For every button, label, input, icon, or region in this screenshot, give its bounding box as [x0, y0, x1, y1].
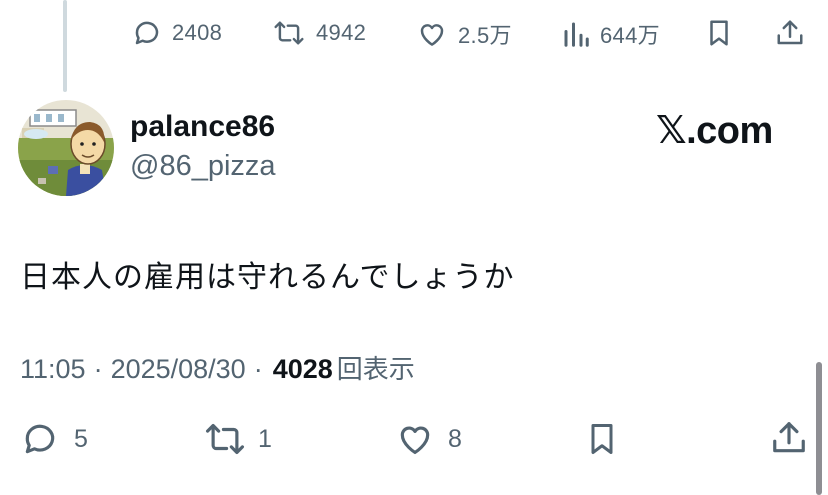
- reply-icon: [132, 18, 162, 48]
- tweet-date[interactable]: 2025/08/30: [111, 354, 246, 385]
- x-com-logo: 𝕏.com: [656, 110, 773, 152]
- reply-count: 5: [74, 424, 89, 453]
- author-handle[interactable]: @86_pizza: [130, 150, 276, 183]
- meta-separator: ·: [253, 354, 263, 384]
- parent-share-button[interactable]: [775, 17, 805, 49]
- retweet-button[interactable]: 1: [202, 420, 272, 458]
- bar-chart-icon: [562, 19, 590, 49]
- like-button[interactable]: 8: [394, 420, 462, 458]
- bookmark-icon: [704, 18, 734, 48]
- parent-like-button[interactable]: 2.5万: [416, 18, 512, 50]
- share-icon: [775, 17, 805, 49]
- share-button[interactable]: [770, 418, 808, 458]
- parent-retweet-count: 4942: [316, 20, 367, 45]
- like-count: 8: [448, 424, 463, 453]
- parent-retweet-button[interactable]: 4942: [272, 18, 366, 48]
- heart-icon: [394, 420, 436, 458]
- reply-button[interactable]: 5: [20, 420, 88, 458]
- bookmark-button[interactable]: [584, 419, 620, 459]
- parent-like-count: 2.5万: [458, 23, 512, 48]
- avatar-illustration: [18, 100, 114, 196]
- meta-separator: ·: [93, 354, 103, 384]
- views-count: 4028: [272, 354, 333, 384]
- scrollbar[interactable]: [816, 362, 822, 495]
- retweet-icon: [202, 420, 248, 458]
- parent-reply-count: 2408: [172, 20, 223, 45]
- avatar[interactable]: [18, 100, 114, 196]
- retweet-count: 1: [258, 424, 273, 453]
- parent-views-button[interactable]: 644万: [562, 18, 660, 50]
- author-display-name[interactable]: palance86: [130, 110, 275, 144]
- parent-bookmark-button[interactable]: [704, 18, 734, 48]
- thread-connector-line: [63, 0, 67, 92]
- views-label: 回表示: [336, 354, 415, 384]
- heart-icon: [416, 19, 448, 49]
- parent-reply-button[interactable]: 2408: [132, 18, 222, 48]
- tweet-meta: 11:05 · 2025/08/30 · 4028 回表示: [20, 349, 415, 386]
- reply-icon: [20, 420, 60, 458]
- tweet-time[interactable]: 11:05: [20, 354, 86, 385]
- tweet-text: 日本人の雇用は守れるんでしょうか: [20, 261, 515, 294]
- bookmark-icon: [584, 419, 620, 459]
- parent-views-count: 644万: [600, 23, 660, 48]
- retweet-icon: [272, 18, 306, 48]
- share-icon: [770, 418, 808, 458]
